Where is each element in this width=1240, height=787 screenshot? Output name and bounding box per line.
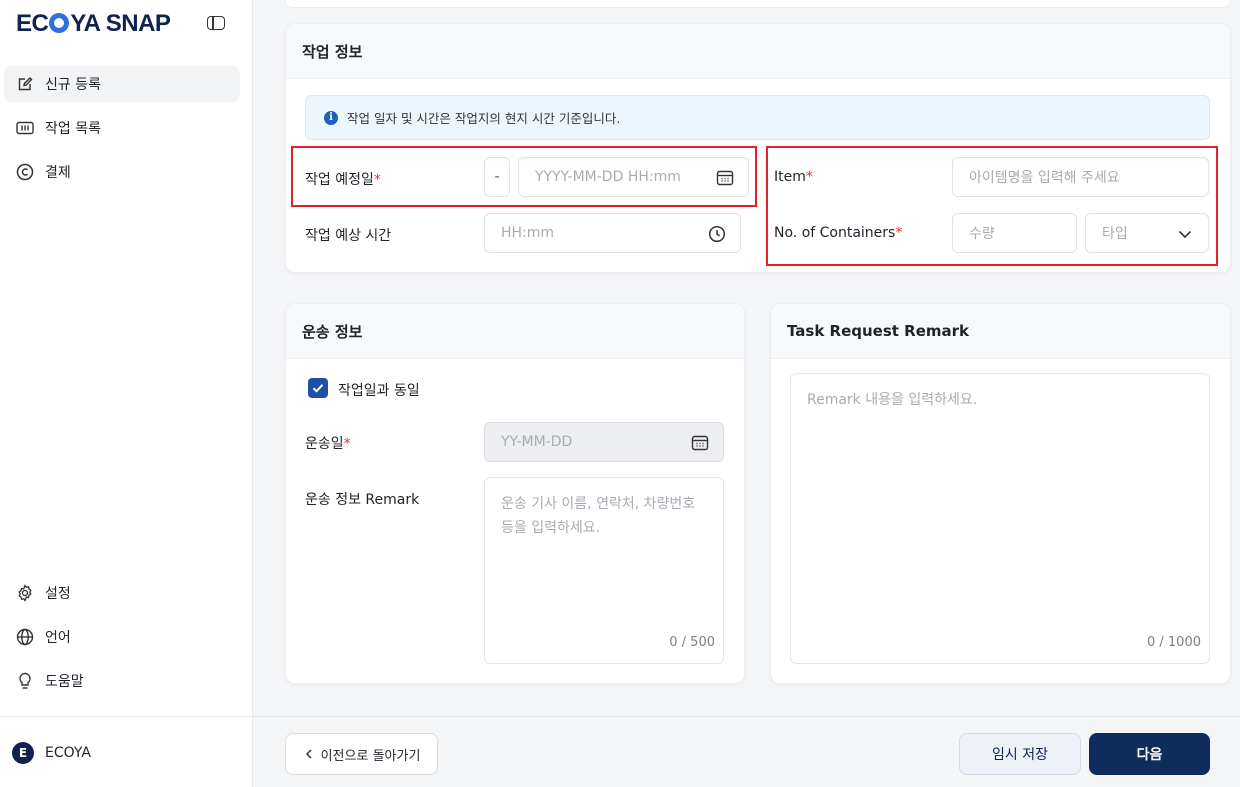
local-time-notice: i 작업 일자 및 시간은 작업지의 현지 시간 기준입니다. <box>305 95 1210 140</box>
transport-date-label: 운송일* <box>305 436 351 452</box>
sidebar-toggle-icon[interactable] <box>207 16 225 30</box>
info-icon: i <box>324 110 338 125</box>
expected-time-input[interactable]: HH:mm <box>484 213 741 253</box>
sidebar-item-label: 설정 <box>45 586 71 602</box>
check-icon <box>312 384 324 393</box>
sidebar-item-label: 도움말 <box>45 674 84 690</box>
task-remark-counter: 0 / 1000 <box>1147 635 1201 650</box>
sidebar-item-settings[interactable]: 설정 <box>4 575 240 611</box>
expected-time-placeholder: HH:mm <box>501 225 555 241</box>
sidebar-item-language[interactable]: 언어 <box>4 619 240 655</box>
sidebar-item-label: 신규 등록 <box>45 77 101 93</box>
transport-info-title: 운송 정보 <box>286 304 744 359</box>
sidebar-item-work-list[interactable]: 작업 목록 <box>4 110 240 146</box>
chevron-left-icon <box>305 749 312 759</box>
sidebar-item-new-registration[interactable]: 신규 등록 <box>4 66 240 102</box>
same-as-work-date-checkbox[interactable] <box>308 378 328 398</box>
sidebar-item-label: 언어 <box>45 630 71 646</box>
copyright-icon <box>16 163 34 181</box>
avatar: E <box>12 742 34 764</box>
highlight-box-item-containers <box>766 146 1218 266</box>
transport-remark-label: 운송 정보 Remark <box>305 492 420 508</box>
work-info-title: 작업 정보 <box>286 24 1230 79</box>
transport-remark-counter: 0 / 500 <box>669 635 715 650</box>
list-icon <box>16 119 34 137</box>
globe-icon <box>16 628 34 646</box>
gear-icon <box>16 584 34 602</box>
user-name: ECOYA <box>45 745 91 761</box>
footer-divider <box>253 716 1240 717</box>
transport-remark-textarea[interactable]: 운송 기사 이름, 연락처, 차량번호 등을 입력하세요. 0 / 500 <box>484 477 724 664</box>
sidebar-item-payment[interactable]: 결제 <box>4 154 240 190</box>
notice-text: 작업 일자 및 시간은 작업지의 현지 시간 기준입니다. <box>347 111 621 126</box>
transport-date-placeholder: YY-MM-DD <box>501 434 573 450</box>
sidebar: EC YA SNAP 신규 등록 작업 목록 결제 설정 언어 도움말 E EC… <box>0 0 253 787</box>
temp-save-button[interactable]: 임시 저장 <box>959 733 1081 775</box>
next-button[interactable]: 다음 <box>1089 733 1210 775</box>
task-remark-textarea[interactable]: Remark 내용을 입력하세요. 0 / 1000 <box>790 373 1210 664</box>
sidebar-item-help[interactable]: 도움말 <box>4 663 240 699</box>
same-as-work-date-label: 작업일과 동일 <box>338 383 420 399</box>
back-button[interactable]: 이전으로 돌아가기 <box>285 733 438 775</box>
sidebar-divider <box>0 716 253 717</box>
edit-icon <box>16 75 34 93</box>
clock-icon[interactable] <box>708 225 726 243</box>
lightbulb-icon <box>16 672 34 690</box>
transport-remark-placeholder: 운송 기사 이름, 연락처, 차량번호 등을 입력하세요. <box>501 496 696 536</box>
highlight-box-scheduled-date <box>291 146 757 207</box>
previous-card-edge <box>285 0 1231 8</box>
calendar-icon <box>691 435 709 451</box>
sidebar-item-label: 작업 목록 <box>45 121 101 137</box>
app-logo[interactable]: EC YA SNAP <box>16 10 171 38</box>
transport-date-input: YY-MM-DD <box>484 422 724 462</box>
sidebar-item-label: 결제 <box>45 165 71 181</box>
task-remark-placeholder: Remark 내용을 입력하세요. <box>807 392 978 408</box>
expected-time-label: 작업 예상 시간 <box>305 228 392 244</box>
user-profile[interactable]: E ECOYA <box>12 742 91 764</box>
task-request-remark-title: Task Request Remark <box>771 304 1230 359</box>
back-button-label: 이전으로 돌아가기 <box>320 748 421 764</box>
logo-mark-icon <box>49 13 70 33</box>
